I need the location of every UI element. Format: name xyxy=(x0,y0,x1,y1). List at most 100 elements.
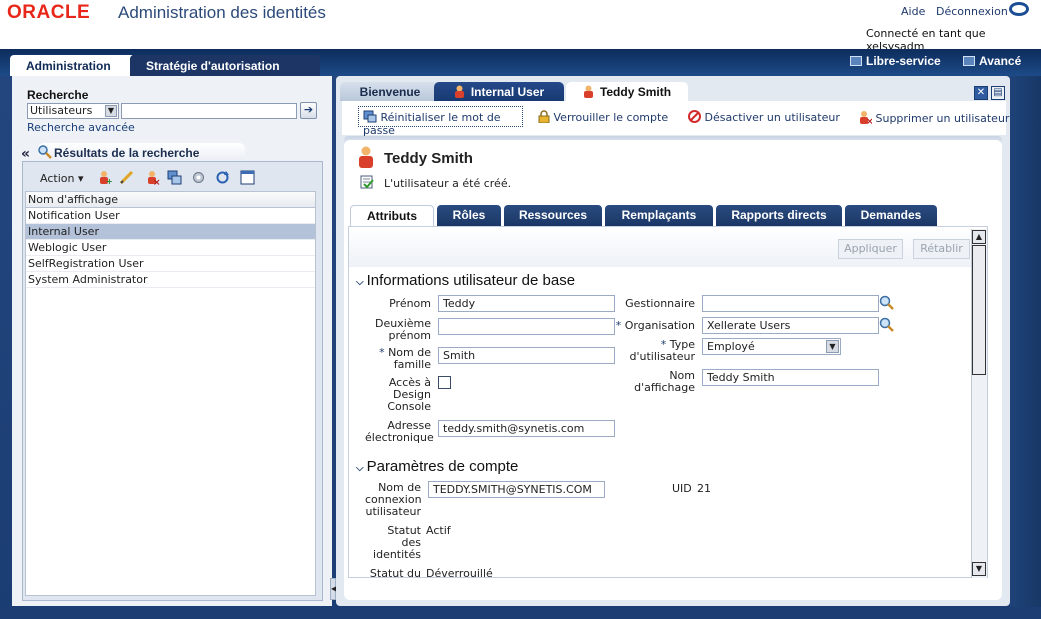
user-type-label: * Type d'utilisateur xyxy=(629,338,695,363)
manager-field[interactable] xyxy=(702,295,879,312)
column-header-display-name[interactable]: Nom d'affichage xyxy=(26,192,315,208)
basic-info-section[interactable]: ⌵ Informations utilisateur de base xyxy=(356,272,575,289)
results-table: Nom d'affichage Notification User Intern… xyxy=(25,191,316,596)
account-status-value: Déverrouillé xyxy=(426,567,493,580)
tab-delegates[interactable]: Remplaçants xyxy=(605,205,713,226)
settings-icon[interactable] xyxy=(191,170,206,185)
delete-user-icon[interactable]: × xyxy=(145,170,160,185)
tab-direct-reports[interactable]: Rapports directs xyxy=(716,205,842,226)
svg-text:×: × xyxy=(866,117,872,124)
identity-status-label: Statut des identités xyxy=(373,524,421,561)
refresh-icon[interactable] xyxy=(215,170,230,185)
identity-status-value: Actif xyxy=(426,524,451,537)
detach-table-icon[interactable] xyxy=(240,170,255,185)
manager-search-icon[interactable] xyxy=(879,295,895,311)
tab-window-controls: ✕ ▤ xyxy=(971,85,1005,100)
manager-label: Gestionnaire xyxy=(625,297,695,310)
middle-name-field[interactable] xyxy=(438,318,615,335)
scroll-up-arrow-icon[interactable]: ▲ xyxy=(972,230,986,244)
create-user-icon[interactable]: + xyxy=(97,170,112,185)
design-console-checkbox[interactable] xyxy=(438,376,451,389)
last-name-field[interactable]: Smith xyxy=(438,347,615,364)
reset-password-icon xyxy=(363,110,377,123)
move-user-icon[interactable] xyxy=(167,170,182,185)
required-mark: * xyxy=(615,319,622,332)
table-row[interactable]: Weblogic User xyxy=(26,240,315,256)
collapse-chevron-icon[interactable]: ⌵ xyxy=(356,277,364,288)
search-results-tab[interactable]: Résultats de la recherche xyxy=(38,143,245,162)
magnifier-icon xyxy=(38,145,52,159)
display-name-field[interactable]: Teddy Smith xyxy=(702,369,879,386)
advanced-link[interactable]: Avancé xyxy=(963,54,1021,68)
organisation-field[interactable]: Xellerate Users xyxy=(702,317,879,334)
chevron-down-icon: ▼ xyxy=(105,105,117,117)
collapse-panel-icon[interactable]: « xyxy=(21,146,30,162)
last-name-label: * Nom de famille xyxy=(379,346,431,371)
tab-attributes[interactable]: Attributs xyxy=(350,205,434,226)
action-menu[interactable]: Action ▾ xyxy=(40,172,83,185)
first-name-field[interactable]: Teddy xyxy=(438,295,615,312)
email-field[interactable]: teddy.smith@synetis.com xyxy=(438,420,615,437)
table-row[interactable]: Internal User xyxy=(26,224,315,240)
tab-teddy-smith[interactable]: Teddy Smith xyxy=(566,82,688,101)
apply-button[interactable]: Appliquer xyxy=(838,239,903,259)
design-console-label: Accès à Design Console xyxy=(387,376,431,413)
chevron-down-icon: ▼ xyxy=(826,340,839,353)
tab-roles[interactable]: Rôles xyxy=(437,205,501,226)
user-avatar-icon xyxy=(359,146,373,168)
close-tab-icon[interactable]: ✕ xyxy=(974,86,988,100)
self-service-link[interactable]: Libre-service xyxy=(850,54,941,68)
lock-icon xyxy=(538,110,550,124)
table-row[interactable]: System Administrator xyxy=(26,272,315,288)
login-field[interactable]: TEDDY.SMITH@SYNETIS.COM xyxy=(428,481,605,498)
tab-administration[interactable]: Administration xyxy=(10,55,135,76)
disable-icon xyxy=(688,110,701,123)
help-link[interactable]: Aide xyxy=(901,5,925,18)
advanced-search-link[interactable]: Recherche avancée xyxy=(27,121,135,134)
uid-label: UID xyxy=(672,482,692,495)
required-mark: * xyxy=(379,346,385,359)
delete-user-button[interactable]: × Supprimer un utilisateur xyxy=(858,110,1009,127)
collapse-chevron-icon[interactable]: ⌵ xyxy=(356,463,364,474)
save-icon[interactable]: ▤ xyxy=(991,86,1005,100)
right-edge xyxy=(1010,76,1041,607)
search-scope-select[interactable]: Utilisateurs ▼ xyxy=(27,103,119,119)
scroll-thumb[interactable] xyxy=(972,245,986,375)
svg-text:×: × xyxy=(153,178,160,185)
search-input[interactable] xyxy=(121,103,297,119)
edit-pencil-icon[interactable] xyxy=(119,170,134,185)
email-label: Adresse électronique xyxy=(365,419,434,444)
middle-name-label: Deuxième prénom xyxy=(374,317,431,342)
first-name-label: Prénom xyxy=(389,297,431,310)
tab-resources[interactable]: Ressources xyxy=(504,205,602,226)
app-title: Administration des identités xyxy=(118,3,326,22)
delete-user-icon: × xyxy=(860,111,874,127)
organisation-label: * Organisation xyxy=(615,319,695,332)
reset-password-button[interactable]: Réinitialiser le mot de passe xyxy=(358,106,523,137)
search-title: Recherche xyxy=(27,88,89,102)
tab-requests[interactable]: Demandes xyxy=(845,205,937,226)
window-icon xyxy=(850,56,862,66)
reset-button[interactable]: Rétablir xyxy=(913,239,970,259)
window-icon xyxy=(963,56,975,66)
oracle-logo: ORACLE xyxy=(7,2,91,23)
tab-internal-user[interactable]: Internal User xyxy=(434,82,564,101)
disable-user-button[interactable]: Désactiver un utilisateur xyxy=(688,110,840,124)
login-label: Nom de connexion utilisateur xyxy=(365,481,422,518)
display-name-label: Nom d'affichage xyxy=(634,369,695,394)
table-row[interactable]: Notification User xyxy=(26,208,315,224)
tab-authorization-strategy[interactable]: Stratégie d'autorisation xyxy=(130,55,320,76)
user-type-select[interactable]: Employé ▼ xyxy=(702,338,841,355)
lock-account-button[interactable]: Verrouiller le compte xyxy=(538,110,668,124)
bottom-edge xyxy=(0,607,1041,619)
confirmation-message: L'utilisateur a été créé. xyxy=(384,177,512,190)
svg-text:+: + xyxy=(106,177,112,185)
table-row[interactable]: SelfRegistration User xyxy=(26,256,315,272)
scroll-down-arrow-icon[interactable]: ▼ xyxy=(972,562,986,576)
tab-welcome[interactable]: Bienvenue xyxy=(340,82,440,101)
account-settings-section[interactable]: ⌵ Paramètres de compte xyxy=(356,458,518,475)
user-icon xyxy=(454,85,464,98)
search-go-button[interactable]: ➔ xyxy=(300,102,317,119)
logout-link[interactable]: Déconnexion xyxy=(936,5,1008,18)
organisation-search-icon[interactable] xyxy=(879,317,895,333)
